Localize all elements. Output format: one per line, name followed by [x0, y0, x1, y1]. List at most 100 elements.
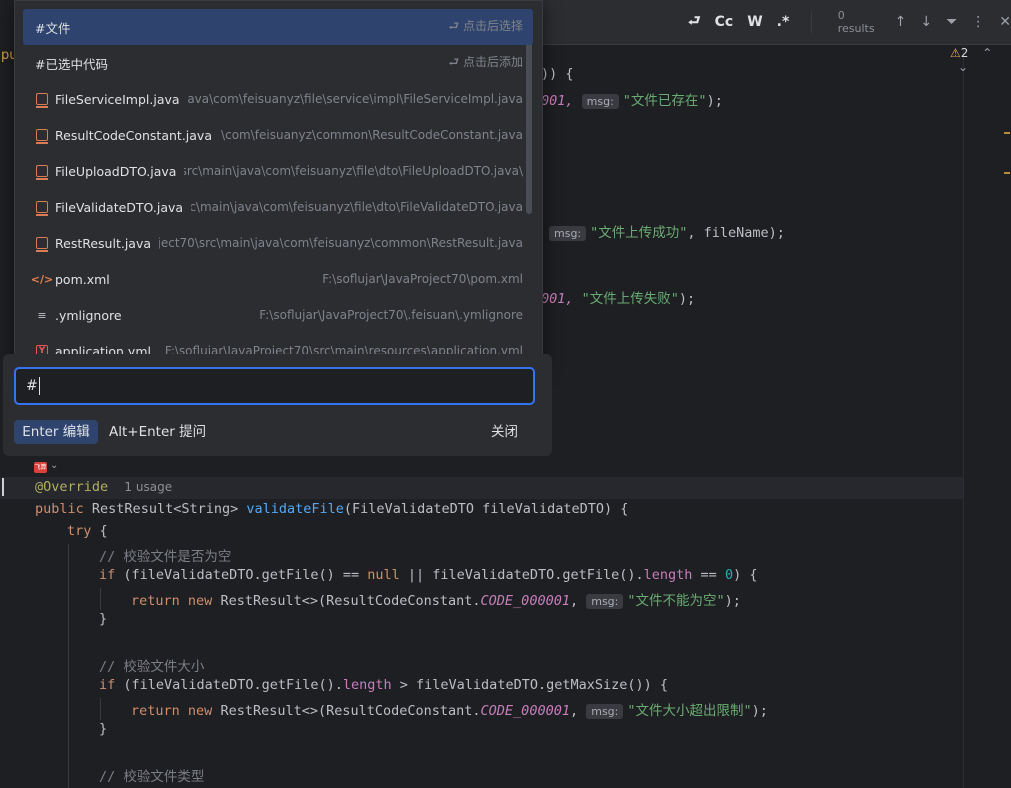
ai-input-panel: # Enter 编辑 Alt+Enter 提问 关闭: [3, 354, 552, 456]
popup-item-file-entry[interactable]: </> pom.xml F:\soflujar\JavaProject70\po…: [23, 261, 533, 297]
context-file-popup: #文件 ⮐ 点击后选择 #已选中代码 ⮐ 点击后添加 FileServiceIm…: [14, 0, 543, 370]
code-line[interactable]: if (fileValidateDTO.getFile().length > f…: [99, 677, 668, 693]
popup-item-file-entry[interactable]: ResultCodeConstant.java ava\com\feisuany…: [23, 117, 533, 153]
chevron-up-icon[interactable]: ⌃: [982, 46, 992, 60]
parameter-hint: msg:: [549, 226, 587, 241]
popup-item-file-entry[interactable]: FileUploadDTO.java \src\main\java\com\fe…: [23, 153, 533, 189]
string-literal: "文件已存在": [622, 93, 707, 109]
code-line[interactable]: }: [99, 611, 107, 627]
java-file-icon: [35, 128, 49, 144]
keyword: null: [367, 567, 400, 583]
enter-edit-button[interactable]: Enter 编辑: [14, 420, 98, 444]
code-line[interactable]: // 校验文件类型: [99, 765, 204, 785]
code-line[interactable]: }: [99, 721, 107, 737]
chevron-down-icon[interactable]: ⌄: [50, 460, 58, 471]
comment: // 校验文件是否为空: [99, 549, 232, 565]
close-icon[interactable]: ✕: [999, 14, 1011, 30]
file-name: .ymlignore: [55, 307, 122, 323]
code-text: );: [706, 93, 723, 109]
field-name: length: [643, 567, 693, 583]
warning-mark[interactable]: [1004, 132, 1010, 134]
code-line[interactable]: 001, msg: "文件已存在");: [541, 89, 723, 109]
file-name: FileServiceImpl.java: [55, 91, 180, 107]
code-text: ==: [700, 567, 717, 583]
constant: CODE_000001: [480, 593, 570, 609]
popup-item-selected-code[interactable]: #已选中代码 ⮐ 点击后添加: [23, 45, 533, 81]
popup-item-file-entry[interactable]: RestResult.java roject70\src\main\java\c…: [23, 225, 533, 261]
code-text: );: [751, 703, 768, 719]
code-line[interactable]: )) {: [541, 66, 574, 82]
warning-count: 2: [960, 46, 969, 60]
match-case-toggle[interactable]: Cc: [715, 14, 734, 30]
string-literal: "文件大小超出限制": [627, 703, 752, 719]
file-path: ava\com\feisuanyz\common\ResultCodeConst…: [219, 128, 523, 142]
popup-item-file-entry[interactable]: FileValidateDTO.java src\main\java\com\f…: [23, 189, 533, 225]
arrow-down-icon[interactable]: ↓: [920, 14, 932, 30]
keyword: new: [187, 703, 213, 719]
chevron-down-icon[interactable]: ⌄: [958, 60, 968, 74]
method-name: validateFile: [246, 501, 344, 517]
code-text: {: [99, 523, 108, 539]
file-name: RestResult.java: [55, 235, 152, 251]
code-text: }: [99, 611, 108, 627]
words-toggle[interactable]: W: [747, 14, 762, 30]
arrow-up-icon[interactable]: ↑: [895, 14, 907, 30]
keyword: if: [99, 567, 116, 583]
file-name: pom.xml: [55, 271, 110, 287]
find-bar: ⮐ Cc W .* 0 results ↑ ↓ ⏷ ⋮ ✕: [540, 0, 1011, 45]
file-name: FileValidateDTO.java: [55, 199, 184, 215]
code-line[interactable]: try {: [67, 523, 108, 539]
java-file-icon: [35, 236, 49, 252]
string-literal: "文件上传成功": [590, 225, 688, 241]
code-text: RestResult<>(ResultCodeConstant.: [220, 593, 481, 609]
text-caret: [2, 478, 4, 496]
feisuan-badge-icon[interactable]: 飞算: [34, 462, 47, 473]
keyword: try: [67, 523, 92, 539]
code-line[interactable]: 001, "文件上传失败");: [541, 287, 695, 307]
file-path: roject70\src\main\java\com\feisuanyz\com…: [159, 236, 523, 250]
keyword: new: [187, 593, 213, 609]
more-icon[interactable]: ⋮: [971, 14, 985, 30]
code-text: (FileValidateDTO fileValidateDTO) {: [343, 501, 629, 517]
file-path: \src\main\java\com\feisuanyz\file\dto\Fi…: [184, 164, 523, 178]
prompt-input[interactable]: #: [14, 367, 535, 405]
popup-item-file-entry[interactable]: FileServiceImpl.java in\java\com\feisuan…: [23, 81, 533, 117]
file-path: F:\soflujar\JavaProject70\pom.xml: [322, 272, 523, 286]
file-path: F:\soflujar\JavaProject70\.feisuan\.ymli…: [259, 308, 523, 322]
warning-mark[interactable]: [1004, 172, 1010, 174]
item-hint: ⮐ 点击后添加: [448, 54, 523, 69]
file-name: FileUploadDTO.java: [55, 163, 177, 179]
input-value: #: [26, 378, 38, 394]
code-line[interactable]: if (fileValidateDTO.getFile() == null ||…: [99, 567, 757, 583]
parameter-hint: msg:: [581, 94, 619, 109]
regex-toggle[interactable]: .*: [777, 14, 790, 30]
code-text: || fileValidateDTO.getFile().: [407, 567, 644, 583]
string-literal: "文件不能为空": [627, 593, 725, 609]
code-line[interactable]: return new RestResult<>(ResultCodeConsta…: [131, 589, 741, 609]
input-cursor: [38, 377, 40, 395]
popup-item-file-entry[interactable]: ≡ .ymlignore F:\soflujar\JavaProject70\.…: [23, 297, 533, 333]
usage-hint[interactable]: 1 usage: [124, 480, 172, 494]
code-line[interactable]: @Override 1 usage: [35, 479, 172, 495]
alt-enter-ask-button[interactable]: Alt+Enter 提问: [109, 420, 206, 444]
keyword: return: [131, 593, 180, 609]
close-button[interactable]: 关闭: [491, 420, 518, 444]
file-path: src\main\java\com\feisuanyz\file\dto\Fil…: [191, 200, 523, 214]
item-hint: ⮐ 点击后选择: [448, 18, 523, 33]
type-name: RestResult<String>: [91, 501, 239, 517]
inspection-widget[interactable]: ⚠2 ⌃ ⌄: [950, 46, 1011, 74]
code-line[interactable]: msg: "文件上传成功", fileName);: [549, 221, 785, 241]
constant: 001,: [541, 93, 574, 109]
indent-guide: [100, 698, 101, 720]
field-name: length: [342, 677, 392, 693]
code-text: (fileValidateDTO.getFile() ==: [123, 567, 360, 583]
code-line[interactable]: public RestResult<String> validateFile(F…: [35, 501, 628, 517]
popup-item-file[interactable]: #文件 ⮐ 点击后选择: [23, 9, 533, 45]
filter-icon[interactable]: ⏷: [946, 14, 957, 30]
warning-icon: ⚠: [950, 46, 961, 60]
code-line[interactable]: // 校验文件大小: [99, 655, 204, 675]
code-line[interactable]: return new RestResult<>(ResultCodeConsta…: [131, 699, 768, 719]
item-label: #文件: [35, 20, 71, 36]
code-line[interactable]: // 校验文件是否为空: [99, 545, 231, 565]
newline-icon[interactable]: ⮐: [688, 10, 701, 34]
